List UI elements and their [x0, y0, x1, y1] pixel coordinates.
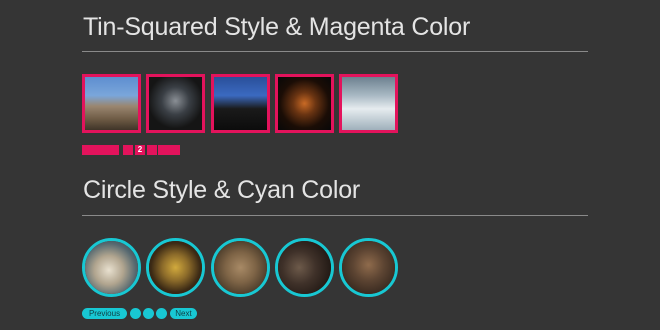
squared-section-title: Tin-Squared Style & Magenta Color — [83, 13, 471, 41]
page-dot[interactable] — [156, 308, 167, 319]
thumbnail-modern-building[interactable] — [339, 74, 398, 133]
thumbnail-city-aerial[interactable] — [82, 74, 141, 133]
thumbnail-stone-wall[interactable] — [211, 238, 270, 297]
thumbnail-cathedral-spires[interactable] — [211, 74, 270, 133]
section-divider — [82, 215, 588, 216]
thumbnail-vehicles-street[interactable] — [339, 238, 398, 297]
page-dot[interactable] — [130, 308, 141, 319]
thumbnail-vintage-van[interactable] — [82, 238, 141, 297]
page-dot[interactable] — [147, 145, 157, 155]
previous-button[interactable]: Previous — [82, 308, 127, 319]
next-button[interactable] — [158, 145, 180, 155]
thumbnail-wine-bottles[interactable] — [146, 238, 205, 297]
circle-section-title: Circle Style & Cyan Color — [83, 176, 361, 204]
page-dot-current[interactable]: 2 — [135, 145, 145, 155]
page-dot[interactable] — [123, 145, 133, 155]
thumbnail-night-arch[interactable] — [275, 74, 334, 133]
page-dot[interactable] — [143, 308, 154, 319]
previous-button[interactable] — [82, 145, 119, 155]
thumbnail-interior-dark[interactable] — [146, 74, 205, 133]
thumbnail-bicycle[interactable] — [275, 238, 334, 297]
next-button[interactable]: Next — [170, 308, 197, 319]
section-divider — [82, 51, 588, 52]
